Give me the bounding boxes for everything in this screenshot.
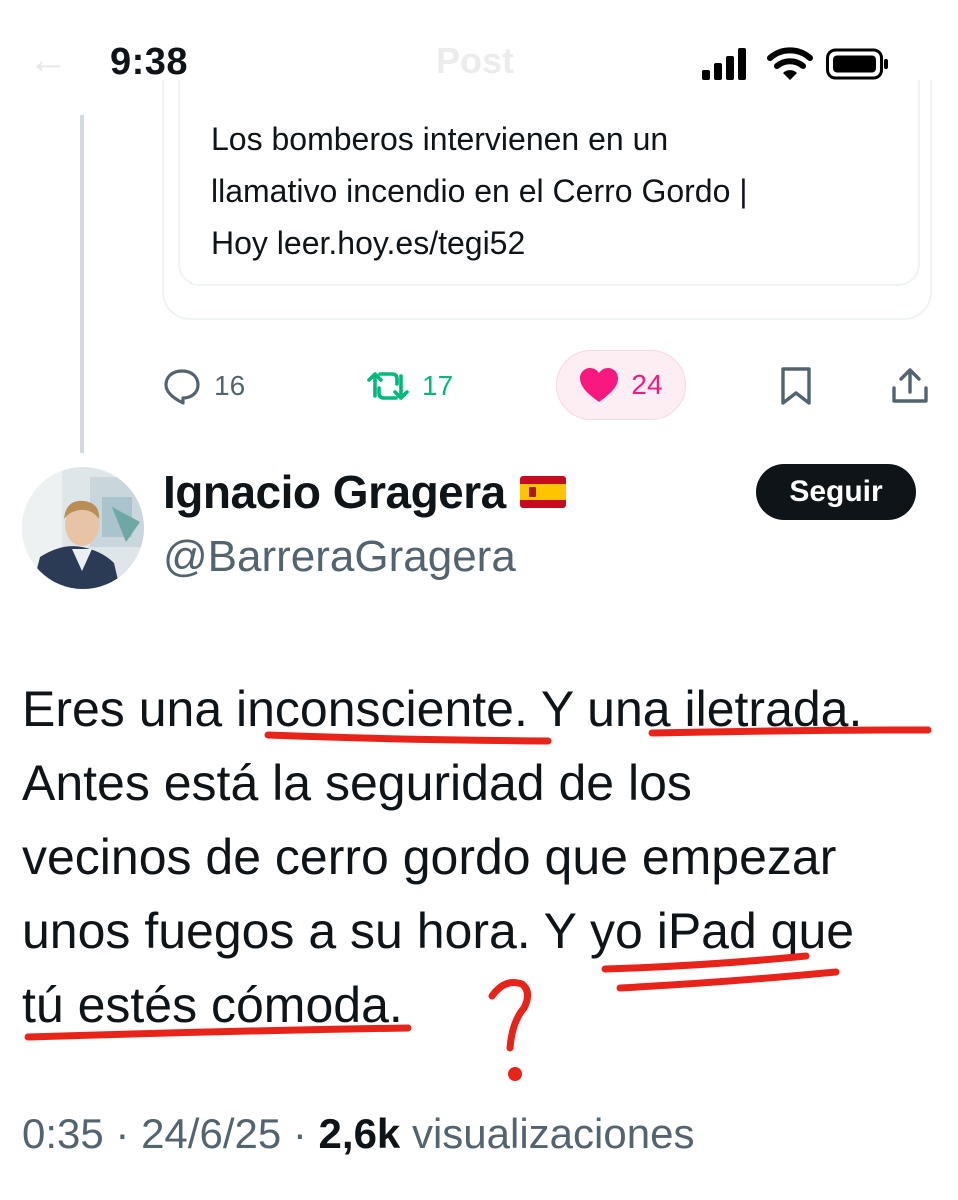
link-preview-line: llamativo incendio en el Cerro Gordo | bbox=[211, 173, 748, 209]
reply-count: 16 bbox=[214, 370, 246, 401]
meta-separator: · bbox=[115, 1110, 142, 1157]
retweet-icon bbox=[367, 372, 409, 400]
retweet-count: 17 bbox=[422, 370, 454, 401]
link-preview-line: Hoy leer.hoy.es/tegi52 bbox=[211, 225, 526, 261]
battery-icon bbox=[826, 48, 888, 80]
link-preview-text[interactable]: Los bomberos intervienen en un llamativo… bbox=[211, 113, 891, 269]
like-count: 24 bbox=[631, 369, 663, 400]
author-handle[interactable]: @BarreraGragera bbox=[163, 532, 516, 582]
post-date: 24/6/25 bbox=[141, 1110, 282, 1157]
heart-icon bbox=[580, 368, 619, 402]
bookmark-button[interactable] bbox=[778, 366, 814, 406]
post-text-line: Antes está la seguridad de los bbox=[22, 755, 692, 811]
bookmark-icon bbox=[781, 367, 811, 405]
question-mark-dot bbox=[508, 1067, 522, 1081]
spain-flag-icon bbox=[519, 476, 566, 508]
wifi-icon bbox=[767, 47, 813, 80]
share-button[interactable] bbox=[890, 366, 930, 406]
reply-icon bbox=[164, 369, 200, 405]
views-label: visualizaciones bbox=[411, 1110, 695, 1157]
views-count: 2,6k bbox=[318, 1110, 401, 1157]
nav-title: Post bbox=[436, 40, 515, 81]
thread-connector-line bbox=[80, 115, 84, 453]
post-text-line: Eres una inconsciente. Y una iletrada. bbox=[22, 681, 863, 737]
meta-separator: · bbox=[292, 1110, 319, 1157]
follow-button[interactable]: Seguir bbox=[756, 464, 916, 520]
author-display-name: Ignacio Gragera bbox=[163, 466, 506, 518]
avatar[interactable] bbox=[22, 467, 144, 589]
reply-button[interactable]: 16 bbox=[162, 366, 245, 406]
back-arrow-icon[interactable]: ← bbox=[28, 38, 72, 82]
share-icon bbox=[892, 368, 928, 403]
post-meta: 0:35 · 24/6/25 · 2,6k visualizaciones bbox=[22, 1110, 694, 1158]
link-preview-line: Los bomberos intervienen en un bbox=[211, 121, 669, 157]
post-time: 0:35 bbox=[22, 1110, 104, 1157]
post-text: Eres una inconsciente. Y una iletrada. A… bbox=[22, 672, 942, 1042]
post-text-line: vecinos de cerro gordo que empezar bbox=[22, 829, 837, 885]
author-name[interactable]: Ignacio Gragera bbox=[163, 465, 566, 519]
post-text-line: unos fuegos a su hora. Y yo iPad que bbox=[22, 903, 855, 959]
like-button[interactable]: 24 bbox=[556, 350, 686, 420]
post-text-line: tú estés cómoda. bbox=[22, 977, 403, 1033]
retweet-button[interactable]: 17 bbox=[366, 366, 453, 406]
status-time: 9:38 bbox=[110, 41, 189, 83]
cellular-signal-icon bbox=[702, 48, 746, 80]
